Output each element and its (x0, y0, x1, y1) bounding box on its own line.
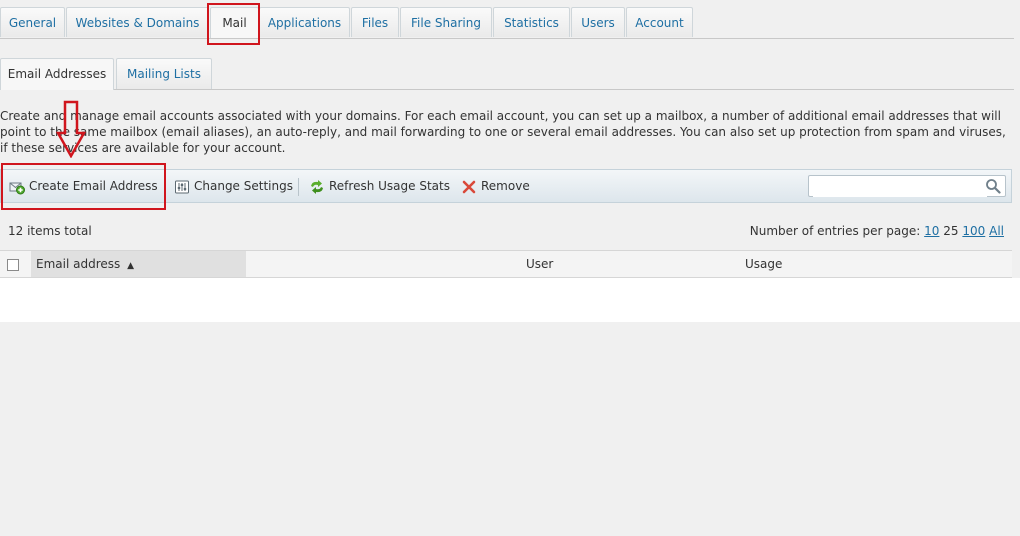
tab-files[interactable]: Files (351, 7, 399, 37)
column-usage[interactable]: Usage (745, 251, 782, 277)
annotation-highlight-mail-tab (207, 3, 260, 45)
entries-per-page: Number of entries per page: 10 25 100 Al… (750, 224, 1004, 238)
remove-icon (462, 180, 476, 194)
tab-websites-domains[interactable]: Websites & Domains (66, 7, 209, 37)
remove-label: Remove (481, 179, 530, 193)
page-description: Create and manage email accounts associa… (0, 109, 1006, 155)
tab-statistics[interactable]: Statistics (493, 7, 570, 37)
table-header: Email address ▲ User Usage (0, 250, 1012, 278)
tab-email-addresses[interactable]: Email Addresses (0, 58, 114, 90)
tab-applications[interactable]: Applications (259, 7, 350, 37)
entries-per-page-label: Number of entries per page: (749, 224, 921, 238)
refresh-icon (311, 180, 323, 194)
remove-button[interactable]: Remove (461, 170, 533, 202)
items-total: 12 items total (8, 224, 92, 238)
sort-asc-icon: ▲ (127, 261, 135, 271)
settings-icon (175, 180, 189, 194)
change-settings-label: Change Settings (194, 179, 293, 193)
search-icon[interactable] (985, 178, 1001, 194)
tab-account[interactable]: Account (626, 7, 693, 37)
column-user[interactable]: User (526, 251, 553, 277)
search-input[interactable] (813, 177, 987, 197)
select-all-checkbox[interactable] (7, 259, 19, 271)
per-page-all-link[interactable]: All (989, 224, 1004, 238)
column-email-address[interactable]: Email address ▲ (31, 251, 246, 277)
annotation-highlight-create-button (1, 163, 166, 210)
toolbar-separator (298, 178, 299, 196)
change-settings-button[interactable]: Change Settings (174, 170, 294, 202)
search-field (808, 175, 1006, 197)
main-tab-bar: General Websites & Domains Mail Applicat… (0, 7, 1014, 39)
column-email-address-label: Email address (36, 257, 121, 271)
tab-users[interactable]: Users (571, 7, 625, 37)
refresh-usage-stats-label: Refresh Usage Stats (329, 179, 450, 193)
refresh-usage-stats-button[interactable]: Refresh Usage Stats (309, 170, 454, 202)
mail-sub-tab-bar: Email Addresses Mailing Lists (0, 58, 1014, 90)
tab-file-sharing[interactable]: File Sharing (400, 7, 492, 37)
tab-mailing-lists[interactable]: Mailing Lists (116, 58, 212, 89)
annotation-arrow-icon (56, 100, 86, 158)
per-page-100-link[interactable]: 100 (962, 224, 985, 238)
tab-general[interactable]: General (0, 7, 65, 37)
per-page-25-current: 25 (943, 224, 959, 238)
table-body (0, 278, 1020, 322)
per-page-10-link[interactable]: 10 (924, 224, 939, 238)
